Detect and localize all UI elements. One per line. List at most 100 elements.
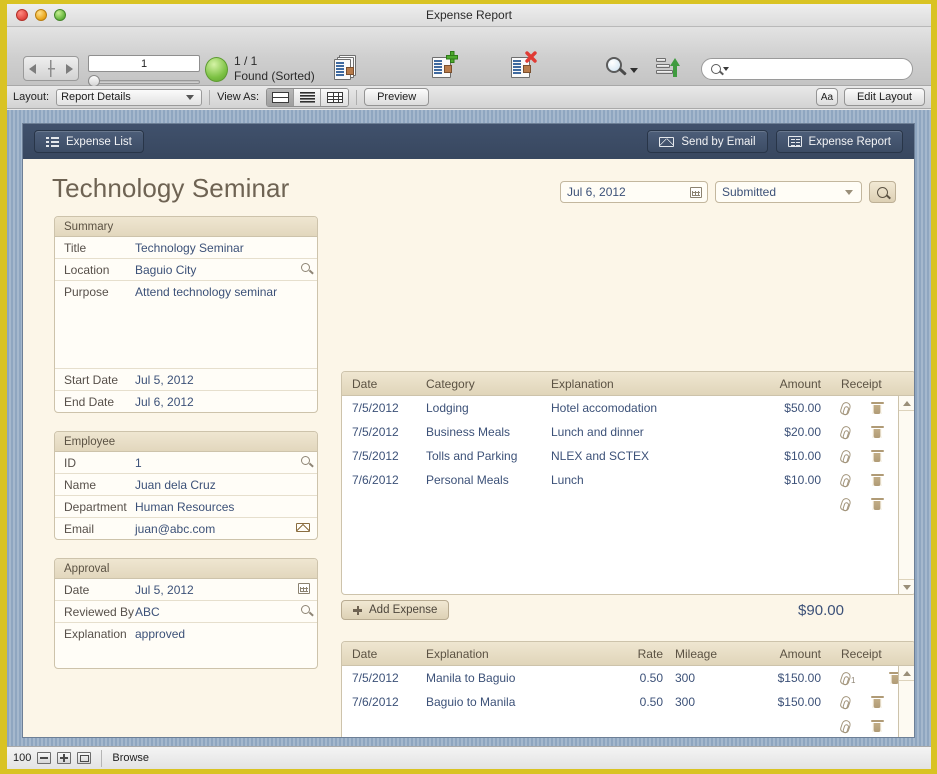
cell-category: Personal Meals	[426, 473, 509, 487]
chevron-down-icon	[845, 189, 853, 195]
table-row[interactable]: 7/5/2012 Business Meals Lunch and dinner…	[342, 420, 914, 444]
record-number-field[interactable]: 1	[88, 55, 200, 72]
field-value[interactable]: ABC	[135, 601, 317, 622]
field-value[interactable]: Jul 5, 2012	[135, 369, 317, 390]
record-number-control[interactable]: 1	[88, 55, 200, 87]
report-navigation-bar: Expense List Send by Email Expense Repor…	[23, 124, 914, 159]
table-row[interactable]: 7/5/2012 Tolls and Parking NLEX and SCTE…	[342, 444, 914, 468]
add-expense-label: Add Expense	[369, 604, 438, 616]
paperclip-icon[interactable]	[839, 496, 852, 512]
trash-icon[interactable]	[870, 426, 884, 438]
expense-report-button[interactable]: Expense Report	[775, 130, 903, 153]
view-as-group[interactable]	[266, 87, 350, 107]
paperclip-icon[interactable]	[839, 694, 852, 710]
edit-layout-button[interactable]: Edit Layout	[843, 88, 925, 106]
zoom-out-button[interactable]	[37, 752, 52, 764]
report-body: Technology Seminar Jul 6, 2012 Submitted	[23, 159, 914, 737]
field-value[interactable]: 1	[135, 452, 317, 473]
add-expense-button[interactable]: Add Expense	[341, 600, 450, 620]
field-value[interactable]: Jul 5, 2012	[135, 579, 317, 600]
cell-category: Tolls and Parking	[426, 449, 518, 463]
trash-icon[interactable]	[870, 720, 884, 732]
mileage-scrollbar[interactable]	[898, 666, 914, 737]
zoom-level: 100	[13, 752, 32, 764]
divider	[101, 749, 103, 767]
report-search-button[interactable]	[869, 181, 896, 203]
trash-icon[interactable]	[870, 696, 884, 708]
trash-icon[interactable]	[870, 498, 884, 510]
send-by-email-button[interactable]: Send by Email	[647, 130, 768, 153]
paperclip-icon[interactable]	[839, 448, 852, 464]
paperclip-icon[interactable]	[839, 424, 852, 440]
field-label: Title	[64, 241, 87, 255]
view-as-list-button[interactable]	[294, 88, 322, 106]
previous-record-icon[interactable]	[29, 63, 36, 74]
trash-icon[interactable]	[870, 450, 884, 462]
cell-amount: $50.00	[784, 401, 821, 415]
table-row-empty[interactable]	[342, 492, 914, 516]
search-chevron-down-icon[interactable]	[723, 67, 729, 71]
paperclip-icon[interactable]	[839, 472, 852, 488]
field-value[interactable]: Jul 6, 2012	[135, 391, 317, 412]
field-value[interactable]: Human Resources	[135, 496, 317, 517]
summary-row-start-date: Start Date Jul 5, 2012	[55, 369, 317, 391]
expenses-scrollbar[interactable]	[898, 396, 914, 594]
cell-date: 7/5/2012	[352, 671, 399, 685]
field-label: Department	[64, 500, 127, 514]
cell-explanation: Baguio to Manila	[426, 695, 516, 709]
chevron-down-icon	[186, 94, 195, 100]
search-box[interactable]	[701, 58, 913, 80]
search-icon[interactable]	[301, 605, 310, 614]
slider-track	[88, 80, 200, 84]
next-record-icon[interactable]	[66, 63, 73, 74]
column-header-explanation: Explanation	[426, 646, 489, 661]
calendar-icon[interactable]	[298, 583, 310, 594]
paperclip-icon[interactable]	[839, 670, 852, 686]
scroll-up-button[interactable]	[899, 396, 914, 411]
field-value[interactable]: Attend technology seminar	[135, 281, 317, 302]
expense-list-label: Expense List	[66, 135, 132, 148]
paperclip-icon[interactable]	[839, 718, 852, 734]
table-row[interactable]: 7/6/2012 Personal Meals Lunch $10.00	[342, 468, 914, 492]
paperclip-icon[interactable]	[839, 400, 852, 416]
cell-explanation: Manila to Baguio	[426, 671, 516, 685]
calendar-icon[interactable]	[690, 186, 702, 198]
expense-list-button[interactable]: Expense List	[34, 130, 144, 153]
field-label: Email	[64, 522, 95, 536]
cell-explanation: Lunch and dinner	[551, 425, 644, 439]
show-all-icon	[299, 53, 391, 82]
field-value[interactable]: Juan dela Cruz	[135, 474, 317, 495]
envelope-icon[interactable]	[296, 523, 310, 532]
field-value[interactable]: juan@abc.com	[135, 518, 317, 539]
preview-button[interactable]: Preview	[364, 88, 430, 106]
expenses-table-header: Date Category Explanation Amount Receipt	[342, 372, 914, 396]
zoom-in-button[interactable]	[57, 752, 72, 764]
record-navigator[interactable]	[23, 56, 79, 81]
field-value[interactable]: Baguio City	[135, 259, 317, 280]
field-value[interactable]: approved	[135, 623, 317, 644]
field-value[interactable]: Technology Seminar	[135, 237, 317, 258]
x-badge-icon	[525, 51, 537, 63]
text-format-button[interactable]: Aa	[815, 88, 838, 106]
trash-icon[interactable]	[870, 474, 884, 486]
table-row[interactable]: 7/5/2012 Lodging Hotel accomodation $50.…	[342, 396, 914, 420]
table-row-empty[interactable]	[342, 714, 914, 737]
scroll-down-button[interactable]	[899, 579, 914, 594]
view-as-form-button[interactable]	[267, 88, 295, 106]
search-icon[interactable]	[301, 263, 310, 272]
layout-select[interactable]: Report Details	[56, 88, 203, 106]
toggle-window-button[interactable]	[77, 752, 92, 764]
trash-icon[interactable]	[870, 402, 884, 414]
report-date-field[interactable]: Jul 6, 2012	[560, 181, 708, 203]
table-row[interactable]: 7/5/2012 Manila to Baguio 0.50 300 $150.…	[342, 666, 914, 690]
view-as-table-button[interactable]	[321, 88, 349, 106]
main-toolbar: 1 Records 1 / 1 Found (Sorted) S	[7, 27, 931, 98]
field-label: Date	[64, 583, 90, 597]
search-input[interactable]	[731, 60, 912, 78]
status-select[interactable]: Submitted	[715, 181, 862, 203]
search-icon[interactable]	[301, 456, 310, 465]
scroll-up-button[interactable]	[899, 666, 914, 681]
approval-panel: Approval Date Jul 5, 2012 Reviewed By AB…	[54, 558, 318, 669]
table-row[interactable]: 7/6/2012 Baguio to Manila 0.50 300 $150.…	[342, 690, 914, 714]
layout-bar: Layout: Report Details View As: Preview …	[7, 86, 931, 109]
